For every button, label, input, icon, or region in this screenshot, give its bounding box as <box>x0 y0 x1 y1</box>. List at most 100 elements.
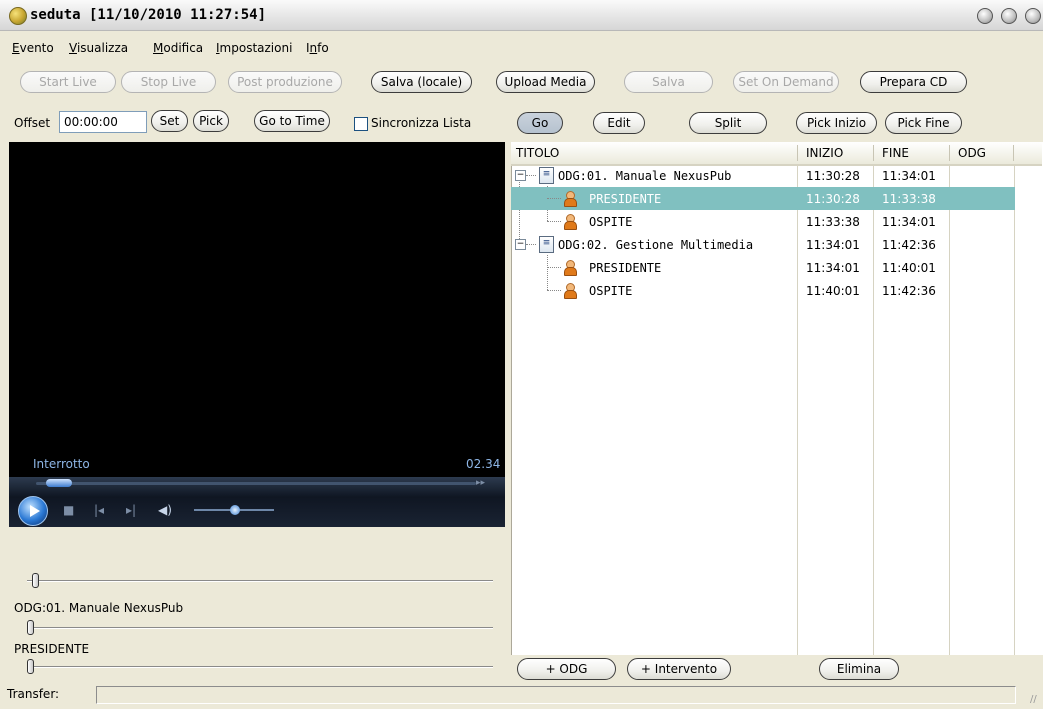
row-fine: 11:40:01 <box>882 261 936 275</box>
app-icon <box>9 7 27 25</box>
collapse-icon[interactable]: − <box>515 170 526 181</box>
row-title: ODG:01. Manuale NexusPub <box>558 169 732 183</box>
row-title: ODG:02. Gestione Multimedia <box>558 238 754 252</box>
timeline-slider-2[interactable] <box>27 627 493 629</box>
timeline-slider-3[interactable] <box>27 666 493 668</box>
tree-row[interactable]: − ≡ ODG:01. Manuale NexusPub 11:30:28 11:34:… <box>511 164 1015 187</box>
add-odg-button[interactable]: + ODG <box>517 658 616 680</box>
sincronizza-lista-label[interactable]: Sincronizza Lista <box>371 116 471 130</box>
maximize-icon[interactable] <box>1001 8 1017 24</box>
row-fine: 11:42:36 <box>882 238 936 252</box>
menu-visualizza[interactable]: Visualizza <box>69 41 128 55</box>
slider-label-presidente: PRESIDENTE <box>14 642 90 656</box>
go-to-time-button[interactable]: Go to Time <box>254 110 330 132</box>
column-inizio[interactable]: INIZIO <box>806 146 843 160</box>
transfer-progress <box>96 686 1016 704</box>
volume-icon[interactable]: ◀) <box>158 503 172 517</box>
salva-button[interactable]: Salva <box>624 71 713 93</box>
column-divider[interactable] <box>949 145 950 161</box>
row-fine: 11:34:01 <box>882 169 936 183</box>
column-titolo[interactable]: TITOLO <box>516 146 559 160</box>
collapse-icon[interactable]: − <box>515 239 526 250</box>
offset-label: Offset <box>14 116 51 130</box>
tree-row[interactable]: PRESIDENTE 11:30:28 11:33:38 <box>511 187 1015 210</box>
split-button[interactable]: Split <box>689 112 767 134</box>
row-inizio: 11:34:01 <box>806 238 860 252</box>
set-on-demand-button[interactable]: Set On Demand <box>733 71 839 93</box>
row-inizio: 11:30:28 <box>806 192 860 206</box>
fast-forward-icon[interactable]: ▸▸ <box>476 478 485 488</box>
document-icon: ≡ <box>539 236 554 253</box>
timeline-slider-1[interactable] <box>27 580 493 582</box>
document-icon: ≡ <box>539 167 554 184</box>
play-button[interactable] <box>18 496 48 526</box>
upload-media-button[interactable]: Upload Media <box>496 71 595 93</box>
tree-connector <box>526 244 536 245</box>
row-title: OSPITE <box>589 284 633 298</box>
tree-row[interactable]: − ≡ ODG:02. Gestione Multimedia 11:34:01 11:… <box>511 233 1015 256</box>
person-icon <box>563 283 577 299</box>
close-icon[interactable] <box>1025 8 1041 24</box>
tree-row[interactable]: OSPITE 11:40:01 11:42:36 <box>511 279 1015 302</box>
column-divider[interactable] <box>873 145 874 161</box>
volume-thumb[interactable] <box>230 505 240 515</box>
post-produzione-button[interactable]: Post produzione <box>228 71 342 93</box>
window-title: seduta [11/10/2010 11:27:54] <box>30 7 267 23</box>
row-inizio: 11:30:28 <box>806 169 860 183</box>
tree-row[interactable]: PRESIDENTE 11:34:01 11:40:01 <box>511 256 1015 279</box>
tree-row[interactable]: OSPITE 11:33:38 11:34:01 <box>511 210 1015 233</box>
add-intervento-button[interactable]: + Intervento <box>627 658 731 680</box>
prepara-cd-button[interactable]: Prepara CD <box>860 71 967 93</box>
elimina-button[interactable]: Elimina <box>819 658 899 680</box>
seek-bar[interactable] <box>36 482 476 485</box>
row-fine: 11:33:38 <box>882 192 936 206</box>
menu-info[interactable]: Info <box>306 41 329 55</box>
row-inizio: 11:33:38 <box>806 215 860 229</box>
menu-evento[interactable]: Evento <box>12 41 54 55</box>
person-icon <box>563 191 577 207</box>
set-button[interactable]: Set <box>151 110 188 132</box>
row-fine: 11:34:01 <box>882 215 936 229</box>
transfer-label: Transfer: <box>7 687 60 701</box>
go-button[interactable]: Go <box>517 112 563 134</box>
row-inizio: 11:34:01 <box>806 261 860 275</box>
pick-fine-button[interactable]: Pick Fine <box>885 112 962 134</box>
video-area[interactable] <box>9 142 505 477</box>
column-fine[interactable]: FINE <box>882 146 909 160</box>
pick-inizio-button[interactable]: Pick Inizio <box>796 112 877 134</box>
slider-label-odg: ODG:01. Manuale NexusPub <box>14 601 184 615</box>
offset-field[interactable]: 00:00:00 <box>59 111 147 133</box>
tree-connector <box>526 175 536 176</box>
person-icon <box>563 260 577 276</box>
person-icon <box>563 214 577 230</box>
edit-button[interactable]: Edit <box>593 112 645 134</box>
player-time: 02.34 <box>466 457 501 471</box>
salva-locale-button[interactable]: Salva (locale) <box>371 71 472 93</box>
column-divider[interactable] <box>797 145 798 161</box>
row-title: PRESIDENTE <box>589 261 662 275</box>
minimize-icon[interactable] <box>977 8 993 24</box>
timeline-thumb-3[interactable] <box>27 659 34 674</box>
menu-modifica[interactable]: Modifica <box>153 41 203 55</box>
column-odg[interactable]: ODG <box>958 146 986 160</box>
stop-icon[interactable]: ■ <box>63 503 74 517</box>
row-fine: 11:42:36 <box>882 284 936 298</box>
sincronizza-lista-checkbox[interactable] <box>354 117 368 131</box>
tree-connector <box>547 221 561 222</box>
timeline-thumb-1[interactable] <box>32 573 39 588</box>
stop-live-button[interactable]: Stop Live <box>121 71 216 93</box>
menu-impostazioni[interactable]: Impostazioni <box>216 41 292 55</box>
timeline-thumb-2[interactable] <box>27 620 34 635</box>
tree-connector <box>547 198 561 199</box>
next-icon[interactable]: ▸| <box>126 503 136 517</box>
row-title: PRESIDENTE <box>589 192 662 206</box>
resize-grip-icon[interactable]: // <box>1030 694 1037 705</box>
row-inizio: 11:40:01 <box>806 284 860 298</box>
column-divider[interactable] <box>1013 145 1014 161</box>
seek-thumb[interactable] <box>46 479 72 487</box>
tree-connector <box>547 267 561 268</box>
start-live-button[interactable]: Start Live <box>20 71 116 93</box>
row-title: OSPITE <box>589 215 633 229</box>
previous-icon[interactable]: |◂ <box>94 503 104 517</box>
pick-button[interactable]: Pick <box>193 110 229 132</box>
